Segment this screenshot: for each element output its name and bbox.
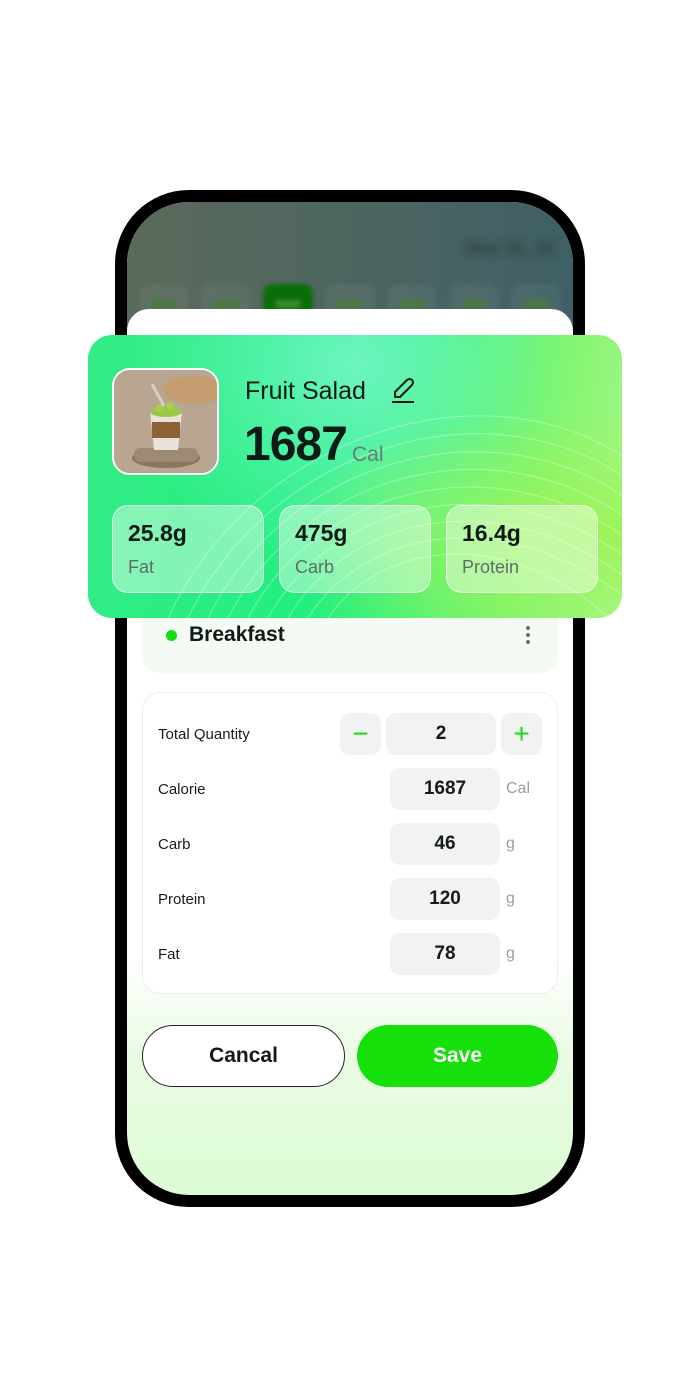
macro-summary: 25.8g Fat 475g Carb 16.4g Protein	[112, 505, 598, 593]
fat-input[interactable]: 78	[390, 933, 500, 975]
carb-label: Carb	[158, 835, 191, 853]
meal-status-dot	[166, 629, 177, 641]
carb-row: Carb 46 g	[158, 823, 542, 865]
calorie-input[interactable]: 1687	[390, 768, 500, 810]
calorie-total: 1687	[244, 418, 348, 471]
macro-label: Protein	[462, 557, 520, 577]
macro-card-carb: 475g Carb	[279, 505, 431, 593]
calorie-unit-label: Cal	[352, 443, 384, 466]
macro-label: Carb	[295, 557, 335, 577]
macro-card-fat: 25.8g Fat	[112, 505, 264, 593]
more-options-icon[interactable]	[522, 622, 534, 648]
protein-unit: g	[506, 890, 515, 907]
cancel-button[interactable]: Cancal	[142, 1025, 345, 1087]
quantity-row: Total Quantity − 2 +	[158, 713, 542, 755]
plus-icon: +	[513, 718, 530, 749]
macro-value: 25.8g	[128, 520, 187, 546]
edit-pencil-icon[interactable]	[390, 377, 416, 405]
protein-row: Protein 120 g	[158, 878, 542, 920]
decrement-button[interactable]: −	[340, 713, 381, 755]
carb-unit: g	[506, 835, 515, 852]
calorie-label: Calorie	[158, 780, 206, 798]
meal-title: Breakfast	[189, 623, 285, 646]
blurred-date: May 01, 22	[464, 238, 555, 258]
fat-row: Fat 78 g	[158, 933, 542, 975]
calorie-unit: Cal	[506, 780, 531, 797]
food-summary-card: Fruit Salad 1687 Cal 25.8g Fat 475g Carb…	[88, 335, 622, 618]
save-button[interactable]: Save	[357, 1025, 558, 1087]
food-name: Fruit Salad	[245, 377, 366, 405]
fat-unit: g	[506, 945, 515, 962]
macro-value: 475g	[295, 520, 348, 546]
quantity-value[interactable]: 2	[386, 713, 496, 755]
minus-icon: −	[352, 718, 369, 749]
fat-label: Fat	[158, 945, 180, 963]
quantity-label: Total Quantity	[158, 725, 250, 743]
carb-input[interactable]: 46	[390, 823, 500, 865]
macro-label: Fat	[128, 557, 155, 577]
food-image	[112, 368, 219, 475]
action-buttons: Cancal Save	[142, 1025, 558, 1087]
macro-card-protein: 16.4g Protein	[446, 505, 598, 593]
protein-input[interactable]: 120	[390, 878, 500, 920]
food-photo-illustration	[114, 370, 217, 473]
protein-label: Protein	[158, 890, 206, 908]
calorie-row: Calorie 1687 Cal	[158, 768, 542, 810]
nutrition-form: Total Quantity − 2 + Calorie 1687 Cal Ca…	[142, 692, 558, 994]
macro-value: 16.4g	[462, 520, 521, 546]
increment-button[interactable]: +	[501, 713, 542, 755]
